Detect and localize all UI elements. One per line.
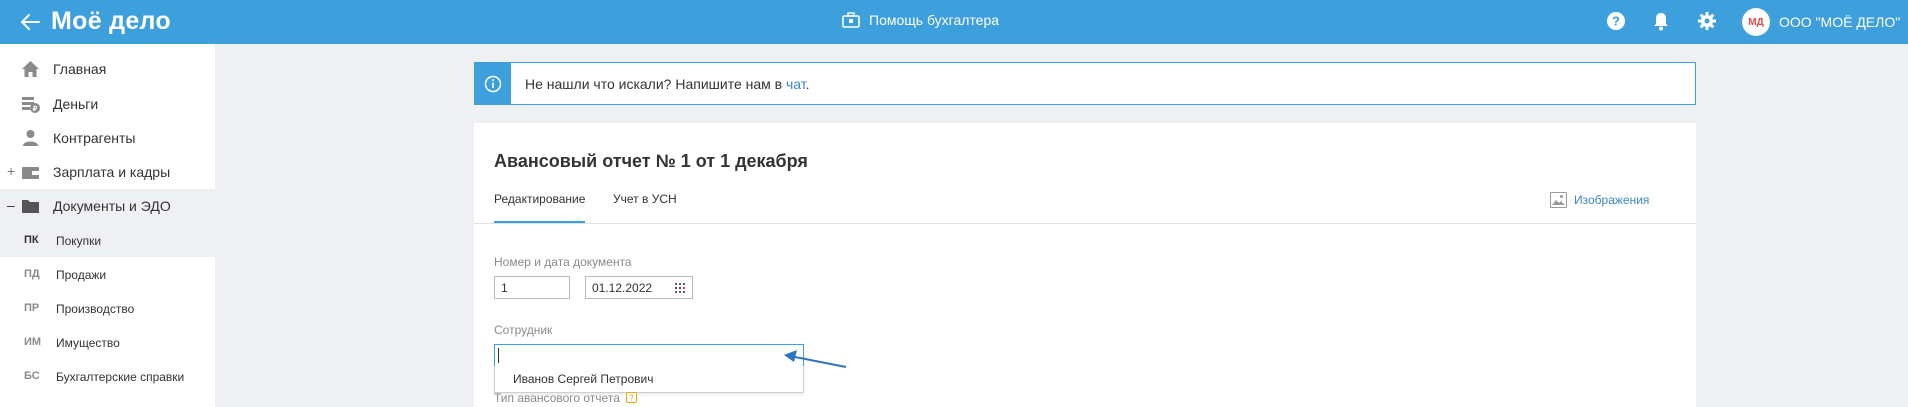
collapse-toggle[interactable]: –	[7, 197, 15, 213]
back-arrow-icon[interactable]	[18, 10, 42, 34]
tab-editing[interactable]: Редактирование	[494, 192, 585, 206]
svg-text:?: ?	[1612, 14, 1620, 29]
images-link-label: Изображения	[1574, 193, 1650, 207]
sidebar-item-label: Деньги	[53, 96, 99, 112]
subitem-label: Бухгалтерские справки	[56, 370, 185, 384]
org-name[interactable]: ООО "МОЁ ДЕЛО"	[1779, 14, 1900, 30]
sidebar-subitem-accounting-notes[interactable]: БС Бухгалтерские справки	[0, 359, 215, 393]
org-avatar[interactable]: МД	[1742, 8, 1770, 36]
sidebar: Главная ₽ Деньги Контрагенты + Зарплата …	[0, 44, 215, 407]
expand-toggle[interactable]: +	[7, 163, 15, 179]
document-card: Авансовый отчет № 1 от 1 декабря Редакти…	[474, 123, 1696, 407]
sidebar-item-contractors[interactable]: Контрагенты	[0, 121, 215, 155]
hint-icon[interactable]: ?	[626, 392, 638, 403]
sidebar-subitem-property[interactable]: ИМ Имущество	[0, 325, 215, 359]
sidebar-item-salary[interactable]: + Зарплата и кадры	[0, 155, 215, 189]
contractors-icon	[23, 130, 38, 146]
banner-icon-box	[475, 63, 511, 104]
chat-link[interactable]: чат	[786, 76, 806, 92]
advance-type-label: Тип авансового отчета ?	[494, 391, 638, 405]
helper-briefcase-icon	[842, 12, 860, 28]
tabs-divider	[474, 223, 1696, 224]
calendar-icon[interactable]	[675, 283, 687, 294]
svg-text:?: ?	[629, 394, 634, 403]
text-caret	[498, 348, 499, 363]
sidebar-item-documents[interactable]: – Документы и ЭДО	[0, 189, 215, 223]
accountant-help-button[interactable]: Помощь бухгалтера	[842, 11, 999, 29]
helper-label: Помощь бухгалтера	[869, 12, 1000, 28]
image-icon	[1550, 192, 1567, 208]
banner-text: Не нашли что искали? Напишите нам в чат.	[525, 76, 810, 92]
subitem-label: Имущество	[56, 336, 120, 350]
info-icon	[484, 75, 502, 92]
sidebar-item-label: Контрагенты	[53, 130, 136, 146]
tab-usn-accounting[interactable]: Учет в УСН	[613, 192, 677, 206]
sidebar-item-label: Главная	[53, 61, 107, 77]
employee-option[interactable]: Иванов Сергей Петрович	[513, 372, 653, 386]
app-logo[interactable]: Моё дело	[51, 7, 171, 36]
help-icon[interactable]: ?	[1606, 11, 1626, 31]
subitem-abbr: ПД	[24, 268, 40, 280]
subitem-label: Производство	[56, 302, 135, 316]
sidebar-item-label: Документы и ЭДО	[53, 198, 171, 214]
svg-text:₽: ₽	[33, 105, 38, 113]
salary-icon	[22, 167, 39, 179]
sidebar-subitem-purchases[interactable]: ПК Покупки	[0, 223, 215, 257]
top-header: Моё дело Помощь бухгалтера ? МД ООО "МОЁ…	[0, 0, 1908, 44]
advance-type-label-text: Тип авансового отчета	[494, 391, 620, 405]
info-banner: Не нашли что искали? Напишите нам в чат.	[474, 62, 1696, 105]
document-number-input[interactable]: 1	[494, 276, 570, 299]
sidebar-item-home[interactable]: Главная	[0, 52, 215, 86]
subitem-abbr: ПР	[24, 302, 40, 314]
sidebar-item-money[interactable]: ₽ Деньги	[0, 87, 215, 121]
employee-dropdown: Иванов Сергей Петрович	[494, 366, 804, 393]
settings-gear-icon[interactable]	[1697, 11, 1717, 31]
folder-icon	[22, 200, 39, 213]
subitem-label: Покупки	[56, 234, 102, 248]
subitem-abbr: ПК	[24, 234, 39, 246]
money-icon: ₽	[22, 97, 40, 113]
number-date-label: Номер и дата документа	[494, 255, 632, 269]
sidebar-item-label: Зарплата и кадры	[53, 164, 171, 180]
subitem-label: Продажи	[56, 268, 107, 282]
employee-label: Сотрудник	[494, 323, 553, 337]
subitem-abbr: БС	[24, 370, 40, 382]
sidebar-subitem-production[interactable]: ПР Производство	[0, 291, 215, 325]
banner-suffix: .	[805, 76, 810, 92]
home-icon	[22, 61, 39, 77]
document-title: Авансовый отчет № 1 от 1 декабря	[494, 151, 808, 171]
employee-input[interactable]	[494, 344, 804, 367]
images-link[interactable]: Изображения	[1550, 192, 1649, 208]
sidebar-subitem-sales[interactable]: ПД Продажи	[0, 257, 215, 291]
notification-bell-icon[interactable]	[1651, 11, 1671, 31]
subitem-abbr: ИМ	[24, 336, 42, 348]
banner-message: Не нашли что искали? Напишите нам в	[525, 76, 786, 92]
